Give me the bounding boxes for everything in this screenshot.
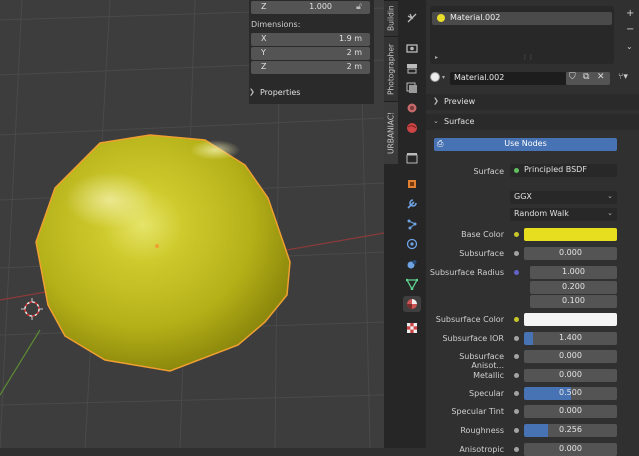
- dimension-x-field[interactable]: X 1.9 m: [251, 33, 370, 46]
- param-label: Anisotropic: [459, 445, 504, 454]
- dimensions-label: Dimensions:: [251, 20, 301, 29]
- output-tab-icon[interactable]: [403, 60, 421, 76]
- param-slider[interactable]: 1.400: [524, 332, 617, 345]
- object-highlight-rim: [190, 140, 240, 160]
- dimension-y-field[interactable]: Y 2 m: [251, 47, 370, 60]
- param-slider[interactable]: 0.500: [524, 387, 617, 400]
- texture-tab-icon[interactable]: [403, 320, 421, 336]
- 3d-viewport[interactable]: Z 1.000 🔓︎ Dimensions: X 1.9 m Y 2 m Z 2…: [0, 0, 384, 448]
- param-slider[interactable]: 0.000: [524, 247, 617, 260]
- param-label: Subsurface Anisot...: [459, 352, 504, 370]
- collection-tab-icon[interactable]: [403, 150, 421, 166]
- param-label: Subsurface IOR: [442, 334, 504, 343]
- param-value: 1.400: [559, 333, 582, 342]
- tab-photographer[interactable]: Photographer: [384, 36, 398, 101]
- 3d-cursor-icon[interactable]: [21, 298, 43, 320]
- param-slider[interactable]: 0.256: [524, 424, 617, 437]
- dimension-x-label: X: [261, 34, 267, 43]
- material-properties-panel: Material.002 ▸ ⋮⋮ + − ⌄ ▾ Material.002 ⛉…: [426, 0, 639, 456]
- dimension-z-label: Z: [261, 62, 267, 71]
- physics-tab-icon[interactable]: [403, 236, 421, 252]
- tool-tab-icon[interactable]: [403, 10, 421, 26]
- socket-icon: [514, 317, 519, 322]
- param-label: Subsurface Color: [435, 315, 504, 324]
- dimension-y-label: Y: [261, 48, 266, 57]
- param-label: Subsurface: [459, 249, 504, 258]
- view-layer-tab-icon[interactable]: [403, 80, 421, 96]
- socket-icon: [514, 354, 519, 359]
- object-data-tab-icon[interactable]: [403, 276, 421, 292]
- socket-icon: [514, 251, 519, 256]
- vector-component-value: 0.200: [562, 281, 585, 291]
- sidebar-tabs: Buildin Photographer URBANIAC!: [384, 0, 398, 448]
- socket-icon: [514, 270, 519, 275]
- param-label: Metallic: [473, 371, 504, 380]
- material-tab-icon[interactable]: [403, 296, 421, 312]
- socket-icon: [514, 391, 519, 396]
- param-value: 0.500: [559, 388, 582, 397]
- constraints-tab-icon[interactable]: [403, 256, 421, 272]
- param-value: 0.000: [559, 370, 582, 379]
- param-label: Specular: [469, 389, 504, 398]
- param-slider[interactable]: 0.000: [524, 443, 617, 456]
- world-tab-icon[interactable]: [403, 120, 421, 136]
- param-value: 0.000: [559, 248, 582, 257]
- param-value: 0.256: [559, 425, 582, 434]
- param-slider[interactable]: 0.000: [524, 405, 617, 418]
- color-swatch[interactable]: [524, 313, 617, 326]
- param-value: 0.000: [559, 444, 582, 453]
- param-slider[interactable]: 0.000: [524, 350, 617, 363]
- param-label: Base Color: [461, 230, 504, 239]
- rotation-z-value: 1.000: [309, 2, 332, 11]
- param-value: 0.000: [559, 406, 582, 415]
- tab-urbaniac[interactable]: URBANIAC!: [384, 101, 398, 164]
- vector-component-value: 1.000: [562, 267, 585, 276]
- dimension-z-field[interactable]: Z 2 m: [251, 61, 370, 74]
- sphere-object[interactable]: [35, 134, 291, 372]
- modifier-tab-icon[interactable]: [403, 196, 421, 212]
- vector-component-field[interactable]: 0.100: [530, 295, 617, 308]
- tab-building[interactable]: Buildin: [384, 0, 398, 36]
- lock-icon[interactable]: 🔓︎: [356, 2, 362, 12]
- vector-component-value: 0.100: [562, 296, 585, 305]
- vector-component-field[interactable]: 0.200: [530, 280, 617, 294]
- sidebar-transform-panel: Z 1.000 🔓︎ Dimensions: X 1.9 m Y 2 m Z 2…: [249, 0, 374, 104]
- render-tab-icon[interactable]: [403, 40, 421, 56]
- object-tab-icon[interactable]: [403, 176, 421, 192]
- socket-icon: [514, 336, 519, 341]
- chevron-right-icon[interactable]: ❯: [249, 88, 255, 96]
- properties-tab-strip: [398, 0, 426, 448]
- socket-icon: [514, 373, 519, 378]
- object-origin: [155, 244, 159, 248]
- socket-icon: [514, 232, 519, 237]
- param-label: Specular Tint: [451, 407, 504, 416]
- socket-icon: [514, 428, 519, 433]
- color-swatch[interactable]: [524, 228, 617, 241]
- dimension-y-value: 2 m: [346, 48, 362, 57]
- rotation-z-field[interactable]: Z 1.000: [251, 1, 370, 14]
- rotation-z-label: Z: [261, 2, 267, 11]
- socket-icon: [514, 409, 519, 414]
- param-slider[interactable]: 0.000: [524, 369, 617, 382]
- particles-tab-icon[interactable]: [403, 216, 421, 232]
- object-highlight: [65, 172, 155, 228]
- param-label: Subsurface Radius: [429, 268, 504, 277]
- y-axis-line: [0, 329, 41, 396]
- param-label: Roughness: [460, 426, 504, 435]
- dimension-z-value: 2 m: [346, 62, 362, 71]
- vector-component-field[interactable]: 1.000: [530, 266, 617, 279]
- bsdf-parameters: Base Color Subsurface 0.000 Subsurface Radi…: [426, 0, 639, 456]
- scene-tab-icon[interactable]: [403, 100, 421, 116]
- param-value: 0.000: [559, 351, 582, 360]
- properties-subpanel-header[interactable]: Properties: [260, 88, 300, 97]
- dimension-x-value: 1.9 m: [338, 34, 362, 43]
